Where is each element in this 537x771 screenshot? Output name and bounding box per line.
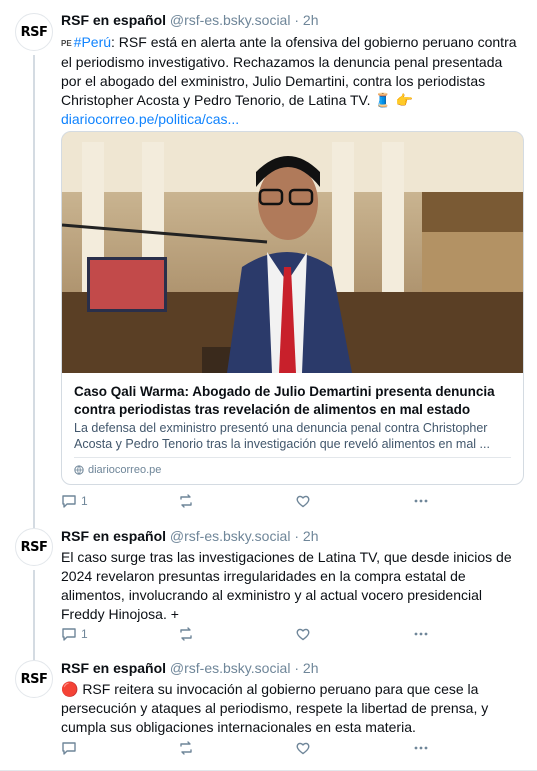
post-actions: 1: [61, 626, 441, 646]
more-dots-icon: [414, 746, 428, 750]
heart-icon: [296, 742, 310, 755]
author-name[interactable]: RSF en español: [61, 528, 166, 544]
thread-line: [33, 570, 35, 652]
like-button[interactable]: [295, 493, 315, 509]
reply-count: 1: [81, 494, 88, 508]
avatar[interactable]: RSF: [15, 660, 53, 698]
author-handle[interactable]: @rsf-es.bsky.social: [170, 528, 291, 544]
avatar[interactable]: RSF: [15, 528, 53, 566]
repost-button[interactable]: [178, 493, 198, 509]
more-options-button[interactable]: [413, 626, 429, 642]
more-dots-icon: [414, 499, 428, 503]
post-header: RSF en español @rsf-es.bsky.social · 2h: [61, 12, 318, 28]
post-header: RSF en español @rsf-es.bsky.social · 2h: [61, 528, 318, 544]
reply-count: 1: [81, 627, 88, 641]
heart-icon: [296, 495, 310, 508]
post-3[interactable]: RSF RSF en español @rsf-es.bsky.social ·…: [0, 652, 537, 771]
post-link[interactable]: diariocorreo.pe/politica/cas...: [61, 111, 239, 127]
separator-dot: ·: [294, 528, 300, 544]
like-button[interactable]: [295, 740, 315, 756]
reply-icon: [62, 742, 76, 755]
reply-button[interactable]: 1: [61, 493, 88, 509]
timestamp[interactable]: 2h: [303, 528, 319, 544]
thread-line: [33, 652, 35, 660]
thread-line: [33, 55, 35, 520]
post-text: El caso surge tras las investigaciones d…: [61, 549, 512, 622]
timestamp[interactable]: 2h: [303, 660, 319, 676]
repost-button[interactable]: [178, 626, 198, 642]
hashtag-link[interactable]: #Perú: [74, 34, 111, 50]
post-actions: 1: [61, 493, 441, 513]
more-options-button[interactable]: [413, 493, 429, 509]
card-separator: [74, 457, 511, 458]
post-actions: [61, 740, 441, 760]
post-text: PE #Perú: RSF está en alerta ante la ofen…: [61, 33, 526, 129]
author-name[interactable]: RSF en español: [61, 660, 166, 676]
more-dots-icon: [414, 632, 428, 636]
heart-icon: [296, 628, 310, 641]
reply-icon: [62, 628, 76, 641]
flag-pe: PE: [61, 39, 72, 48]
timestamp[interactable]: 2h: [303, 12, 319, 28]
post-2[interactable]: RSF RSF en español @rsf-es.bsky.social ·…: [0, 520, 537, 652]
card-description: La defensa del exministro presentó una d…: [74, 421, 490, 451]
reply-button[interactable]: 1: [61, 626, 88, 642]
card-domain: diariocorreo.pe: [74, 464, 161, 476]
card-title[interactable]: Caso Qali Warma: Abogado de Julio Demart…: [74, 383, 514, 419]
separator-dot: ·: [294, 660, 300, 676]
thread-line: [33, 520, 35, 528]
post-body: : RSF está en alerta ante la ofensiva de…: [61, 34, 517, 108]
more-options-button[interactable]: [413, 740, 429, 756]
author-handle[interactable]: @rsf-es.bsky.social: [170, 12, 291, 28]
card-domain-text: diariocorreo.pe: [88, 464, 162, 476]
repost-icon: [180, 494, 192, 508]
reply-icon: [62, 495, 76, 508]
post-1[interactable]: RSF RSF en español @rsf-es.bsky.social ·…: [0, 0, 537, 520]
card-image: [62, 132, 523, 373]
like-button[interactable]: [295, 626, 315, 642]
link-card[interactable]: Caso Qali Warma: Abogado de Julio Demart…: [61, 131, 524, 485]
repost-button[interactable]: [178, 740, 198, 756]
repost-icon: [180, 741, 192, 755]
avatar[interactable]: RSF: [15, 13, 53, 51]
globe-icon: [74, 465, 84, 475]
post-text: 🔴 RSF reitera su invocación al gobierno …: [61, 681, 489, 735]
author-handle[interactable]: @rsf-es.bsky.social: [170, 660, 291, 676]
reply-button[interactable]: [61, 740, 81, 756]
repost-icon: [180, 627, 192, 641]
post-header: RSF en español @rsf-es.bsky.social · 2h: [61, 660, 318, 676]
author-name[interactable]: RSF en español: [61, 12, 166, 28]
separator-dot: ·: [294, 12, 300, 28]
